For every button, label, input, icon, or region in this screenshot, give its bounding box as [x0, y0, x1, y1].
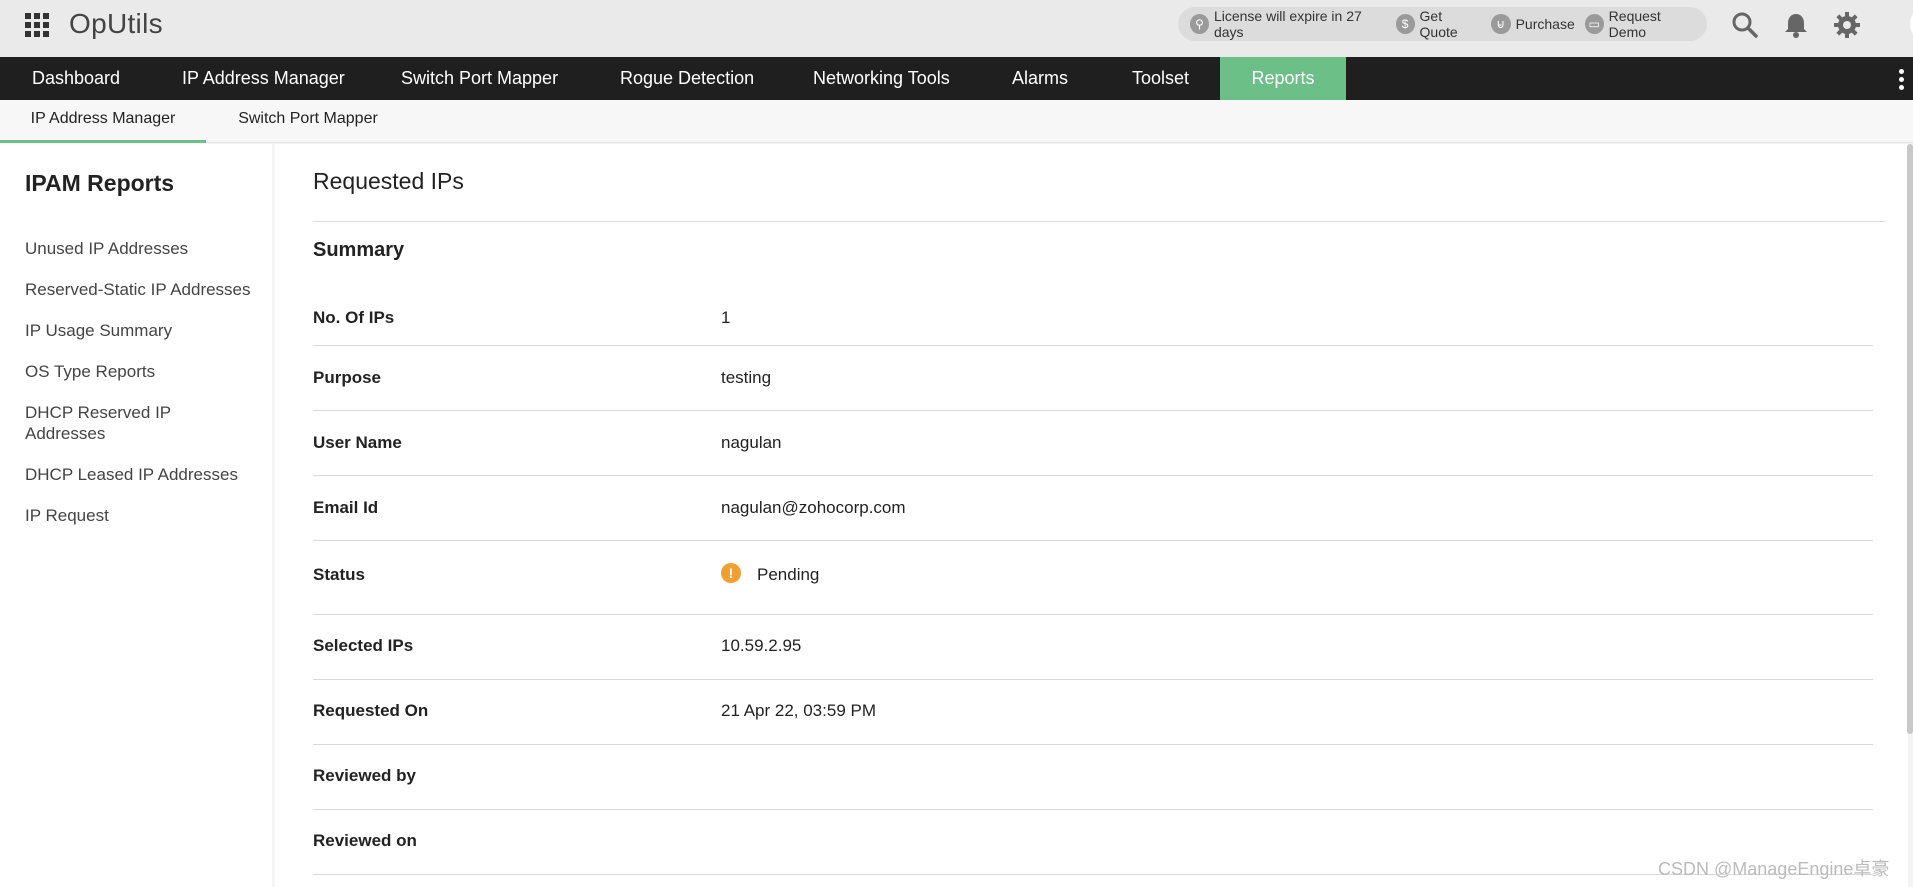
row-value: 10.59.2.95: [721, 636, 802, 655]
sidebar-item-reserved-static-ip[interactable]: Reserved-Static IP Addresses: [25, 279, 265, 300]
row-label: Requested On: [313, 701, 429, 720]
app-title[interactable]: OpUtils: [69, 8, 163, 40]
row-label: User Name: [313, 433, 402, 452]
summary-row: User Name nagulan: [313, 411, 1873, 476]
nav-ip-address-manager[interactable]: IP Address Manager: [150, 57, 377, 100]
license-icon: ⚲: [1190, 14, 1209, 34]
gear-icon[interactable]: [1833, 11, 1861, 39]
row-label: No. Of IPs: [313, 308, 395, 327]
row-label: Email Id: [313, 498, 379, 517]
row-value: 1: [721, 308, 731, 327]
purchase-label: Purchase: [1515, 16, 1575, 32]
warning-icon: !: [721, 562, 741, 583]
nav-alarms[interactable]: Alarms: [980, 57, 1100, 100]
search-icon[interactable]: [1731, 11, 1759, 39]
sidebar-title: IPAM Reports: [25, 170, 175, 196]
title-divider: [313, 221, 1885, 222]
purchase-link[interactable]: ⊌ Purchase: [1490, 14, 1575, 34]
get-quote-label: Get Quote: [1419, 8, 1458, 40]
row-label: Status: [313, 565, 365, 584]
row-value: 21 Apr 22, 03:59 PM: [721, 701, 876, 720]
main-content: Requested IPs Summary No. Of IPs 1 Purpo…: [275, 144, 1908, 887]
sidebar-item-os-type-reports[interactable]: OS Type Reports: [25, 361, 265, 382]
nav-rogue-detection[interactable]: Rogue Detection: [588, 57, 786, 100]
row-label: Reviewed by: [313, 766, 416, 785]
main-nav: Dashboard IP Address Manager Switch Port…: [0, 57, 1913, 100]
summary-row: Reviewed by: [313, 745, 1873, 810]
row-value: nagulan@zohocorp.com: [721, 498, 906, 517]
status-text: Pending: [757, 565, 820, 584]
watermark: CSDN @ManageEngine卓豪: [1658, 859, 1890, 879]
nav-toolset[interactable]: Toolset: [1100, 57, 1221, 100]
license-text: License will expire in 27 days: [1213, 8, 1362, 40]
sidebar-item-unused-ip[interactable]: Unused IP Addresses: [25, 238, 265, 259]
nav-dashboard[interactable]: Dashboard: [0, 57, 152, 100]
summary-row: Purpose testing: [313, 346, 1873, 411]
more-menu-icon[interactable]: [1898, 66, 1906, 92]
request-demo-label: Request Demo: [1608, 8, 1661, 40]
page-title: Requested IPs: [313, 168, 464, 194]
sidebar-item-dhcp-leased-ip[interactable]: DHCP Leased IP Addresses: [25, 464, 265, 485]
summary-row: Email Id nagulan@zohocorp.com: [313, 476, 1873, 541]
get-quote-link[interactable]: $ Get Quote: [1395, 8, 1481, 40]
summary-row: No. Of IPs 1: [313, 293, 1873, 346]
row-value: testing: [721, 368, 772, 387]
row-value: ! Pending: [721, 562, 820, 586]
subtab-switch-port-mapper[interactable]: Switch Port Mapper: [220, 100, 396, 143]
dollar-icon: $: [1395, 14, 1415, 34]
sidebar-item-ip-request[interactable]: IP Request: [25, 505, 265, 526]
section-title: Summary: [313, 239, 405, 261]
row-label: Purpose: [313, 368, 382, 387]
row-value: nagulan: [721, 433, 782, 452]
top-header: OpUtils ⚲ License will expire in 27 days…: [0, 0, 1913, 58]
bell-icon[interactable]: [1782, 11, 1810, 39]
sidebar: IPAM Reports Unused IP Addresses Reserve…: [0, 144, 272, 887]
summary-row: Selected IPs 10.59.2.95: [313, 615, 1873, 680]
summary-row: Reviewed on: [313, 810, 1873, 875]
license-bar: ⚲ License will expire in 27 days $ Get Q…: [1178, 7, 1707, 41]
row-label: Reviewed on: [313, 831, 417, 850]
license-link[interactable]: ⚲ License will expire in 27 days: [1190, 8, 1386, 40]
summary-row: Status ! Pending: [313, 541, 1873, 615]
sidebar-item-dhcp-reserved-ip[interactable]: DHCP Reserved IP Addresses: [25, 402, 195, 444]
nav-reports[interactable]: Reports: [1220, 57, 1346, 100]
nav-switch-port-mapper[interactable]: Switch Port Mapper: [369, 57, 590, 100]
sub-tabs: IP Address Manager Switch Port Mapper: [0, 100, 1913, 143]
nav-networking-tools[interactable]: Networking Tools: [781, 57, 982, 100]
row-label: Selected IPs: [313, 636, 414, 655]
page-scrollbar[interactable]: [1907, 144, 1913, 734]
demo-icon: ▭: [1584, 14, 1604, 34]
subtab-ip-address-manager[interactable]: IP Address Manager: [0, 100, 206, 143]
cart-icon: ⊌: [1490, 14, 1511, 34]
summary-row: Requested On 21 Apr 22, 03:59 PM: [313, 680, 1873, 745]
request-demo-link[interactable]: ▭ Request Demo: [1584, 8, 1697, 40]
sidebar-item-ip-usage-summary[interactable]: IP Usage Summary: [25, 320, 265, 341]
apps-grid-icon[interactable]: [24, 12, 50, 38]
